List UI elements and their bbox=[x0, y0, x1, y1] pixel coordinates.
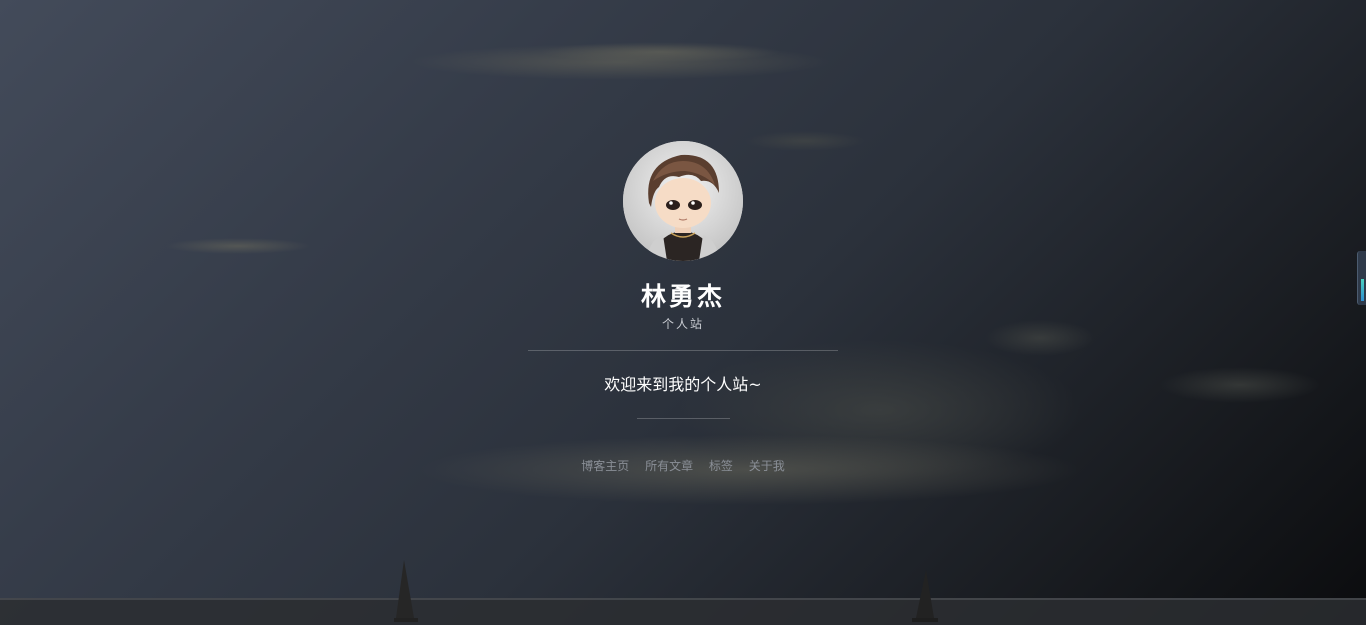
hero-section: 林勇杰 个人站 欢迎来到我的个人站~ 博客主页 所有文章 标签 关于我 bbox=[0, 0, 1366, 625]
nav-link-tags[interactable]: 标签 bbox=[709, 459, 733, 473]
divider bbox=[528, 350, 838, 351]
main-nav: 博客主页 所有文章 标签 关于我 bbox=[433, 457, 933, 475]
divider-short bbox=[637, 418, 730, 419]
site-subtitle: 个人站 bbox=[661, 317, 704, 331]
nav-link-all-posts[interactable]: 所有文章 bbox=[645, 459, 693, 473]
nav-link-blog-home[interactable]: 博客主页 bbox=[581, 459, 629, 473]
nav-link-about[interactable]: 关于我 bbox=[749, 459, 785, 473]
avatar[interactable] bbox=[623, 141, 743, 261]
site-title: 林勇杰 bbox=[640, 282, 725, 311]
side-widget-tab[interactable] bbox=[1357, 251, 1366, 305]
cartoon-avatar-icon bbox=[623, 141, 743, 261]
side-widget-bar-icon bbox=[1361, 279, 1364, 301]
welcome-message: 欢迎来到我的个人站~ bbox=[604, 375, 762, 394]
